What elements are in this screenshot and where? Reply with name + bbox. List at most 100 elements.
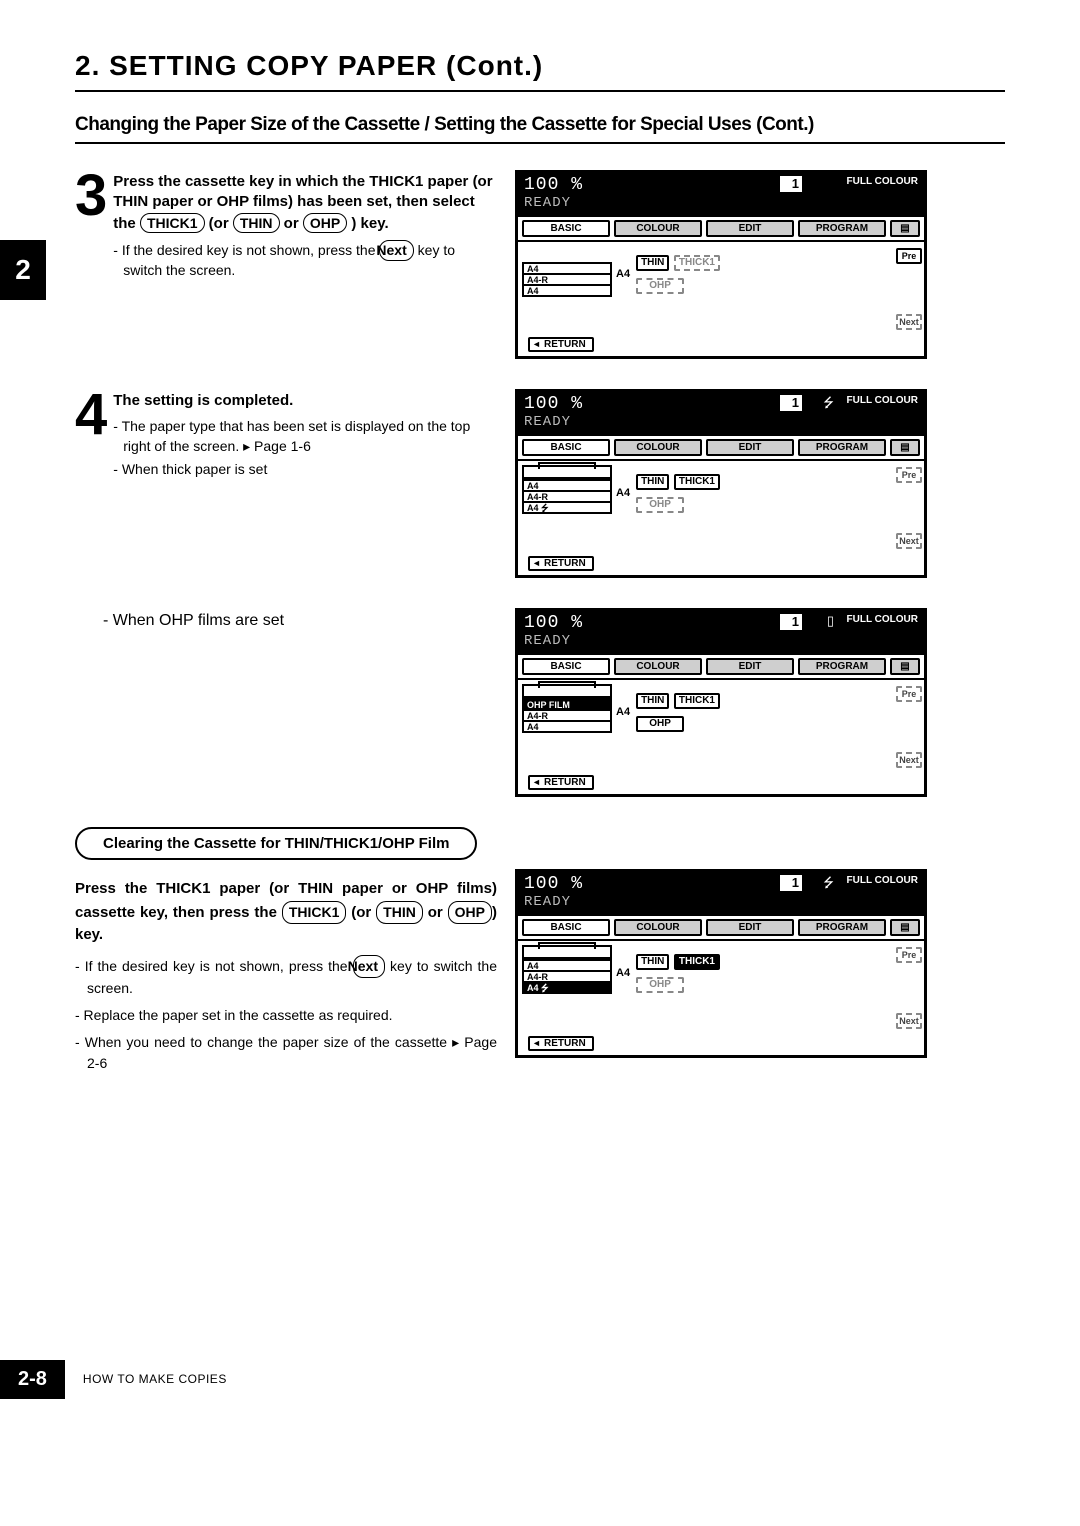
clearing-ohp-key: OHP — [448, 901, 492, 924]
thick1-button[interactable]: THICK1 — [674, 693, 720, 709]
zoom-readout: 100 % — [524, 874, 583, 894]
cassette-a4-thick[interactable]: A4 ⭍ — [522, 981, 612, 994]
tab-program[interactable]: PROGRAM — [798, 919, 886, 936]
note-pre: - If the desired key is not shown, press… — [113, 242, 379, 258]
zoom-readout: 100 % — [524, 394, 583, 414]
step-4-lead: The setting is completed. — [113, 391, 497, 411]
tab-program[interactable]: PROGRAM — [798, 220, 886, 237]
tab-basic[interactable]: BASIC — [522, 220, 610, 237]
tab-settings-icon[interactable]: ▤ — [890, 919, 920, 936]
sep1: (or — [205, 215, 233, 232]
step-4-note-1: - The paper type that has been set is di… — [113, 417, 497, 456]
return-button[interactable]: RETURN — [528, 775, 594, 790]
csep2: or — [423, 904, 448, 921]
size-a4-label: A4 — [616, 967, 630, 1027]
ready-status: READY — [524, 633, 571, 649]
printer-icon — [522, 465, 612, 479]
clearing-thick1-key: THICK1 — [282, 901, 347, 924]
screen-ohp: 100 % READY 1 ▯ FULL COLOUR BASIC COLOUR… — [515, 608, 927, 797]
thick1-button[interactable]: THICK1 — [674, 474, 720, 490]
tab-edit[interactable]: EDIT — [706, 919, 794, 936]
return-button[interactable]: RETURN — [528, 556, 594, 571]
tab-settings-icon[interactable]: ▤ — [890, 439, 920, 456]
printer-icon — [522, 684, 612, 698]
thick1-button[interactable]: THICK1 — [674, 255, 720, 271]
csep1: (or — [346, 904, 376, 921]
tab-edit[interactable]: EDIT — [706, 220, 794, 237]
qty-readout: 1 — [780, 395, 802, 411]
tab-colour[interactable]: COLOUR — [614, 220, 702, 237]
ohp-mode-icon: ▯ — [827, 613, 834, 629]
tab-basic[interactable]: BASIC — [522, 439, 610, 456]
thin-button[interactable]: THIN — [636, 693, 669, 709]
next-button[interactable]: Next — [896, 1013, 922, 1029]
tab-basic[interactable]: BASIC — [522, 919, 610, 936]
ready-status: READY — [524, 894, 571, 910]
tab-program[interactable]: PROGRAM — [798, 439, 886, 456]
colour-mode: FULL COLOUR — [847, 176, 918, 187]
step-4-note-3: - When OHP films are set — [103, 612, 497, 630]
cassette-a4-2[interactable]: A4 — [522, 284, 612, 297]
tab-program[interactable]: PROGRAM — [798, 658, 886, 675]
cn1-pre: - If the desired key is not shown, press… — [75, 958, 353, 974]
clearing-heading: Clearing the Cassette for THIN/THICK1/OH… — [75, 827, 477, 860]
ohp-button[interactable]: OHP — [636, 278, 684, 294]
clearing-next-key: Next — [353, 955, 385, 978]
thin-key: THIN — [233, 213, 280, 234]
next-button[interactable]: Next — [896, 752, 922, 768]
footer-section: HOW TO MAKE COPIES — [83, 1372, 227, 1386]
size-a4-label: A4 — [616, 268, 630, 328]
pre-button[interactable]: Pre — [896, 467, 922, 483]
cassette-a4-2[interactable]: A4 — [522, 720, 612, 733]
clearing-note-1: - If the desired key is not shown, press… — [75, 955, 497, 999]
screen-thick: 100 % READY 1 ⭍ FULL COLOUR BASIC COLOUR… — [515, 389, 927, 578]
screen-clearing: 100 % READY 1 ⭍ FULL COLOUR BASIC COLOUR… — [515, 869, 927, 1058]
clearing-note-2: - Replace the paper set in the cassette … — [75, 1005, 497, 1026]
tab-settings-icon[interactable]: ▤ — [890, 658, 920, 675]
tab-basic[interactable]: BASIC — [522, 658, 610, 675]
next-button[interactable]: Next — [896, 533, 922, 549]
subtitle-rule — [75, 142, 1005, 144]
step-3-number: 3 — [75, 170, 107, 285]
colour-mode: FULL COLOUR — [847, 395, 918, 406]
thin-button[interactable]: THIN — [636, 474, 669, 490]
step-3-lead: Press the cassette key in which the THIC… — [113, 172, 497, 234]
chapter-tab: 2 — [0, 240, 46, 300]
title-rule — [75, 90, 1005, 92]
zoom-readout: 100 % — [524, 175, 583, 195]
clearing-lead: Press the THICK1 paper (or THIN paper or… — [75, 878, 497, 947]
tab-colour[interactable]: COLOUR — [614, 439, 702, 456]
tab-edit[interactable]: EDIT — [706, 439, 794, 456]
tab-edit[interactable]: EDIT — [706, 658, 794, 675]
tab-settings-icon[interactable]: ▤ — [890, 220, 920, 237]
qty-readout: 1 — [780, 176, 802, 192]
thin-button[interactable]: THIN — [636, 255, 669, 271]
lead-post: ) key. — [347, 215, 388, 232]
size-a4-label: A4 — [616, 487, 630, 547]
ohp-button[interactable]: OHP — [636, 716, 684, 732]
screen-step3: 100 % READY 1 FULL COLOUR BASIC COLOUR E… — [515, 170, 927, 359]
return-button[interactable]: RETURN — [528, 1036, 594, 1051]
next-button[interactable]: Next — [896, 314, 922, 330]
printer-icon — [522, 945, 612, 959]
note1-ref: Page 1-6 — [254, 438, 311, 454]
step-4-note-2: - When thick paper is set — [113, 460, 497, 480]
tab-colour[interactable]: COLOUR — [614, 919, 702, 936]
pre-button[interactable]: Pre — [896, 947, 922, 963]
ohp-button[interactable]: OHP — [636, 497, 684, 513]
clearing-thin-key: THIN — [376, 901, 423, 924]
ohp-button[interactable]: OHP — [636, 977, 684, 993]
thick1-key: THICK1 — [140, 213, 205, 234]
return-button[interactable]: RETURN — [528, 337, 594, 352]
sep2: or — [280, 215, 303, 232]
qty-readout: 1 — [780, 614, 802, 630]
pre-button[interactable]: Pre — [896, 686, 922, 702]
thick1-button-selected[interactable]: THICK1 — [674, 954, 720, 970]
page-number-tab: 2-8 — [0, 1360, 65, 1399]
pre-button[interactable]: Pre — [896, 248, 922, 264]
size-a4-label: A4 — [616, 706, 630, 766]
page-title: 2. SETTING COPY PAPER (Cont.) — [75, 50, 1005, 82]
tab-colour[interactable]: COLOUR — [614, 658, 702, 675]
thin-button[interactable]: THIN — [636, 954, 669, 970]
cassette-a4-2[interactable]: A4 ⭍ — [522, 501, 612, 514]
